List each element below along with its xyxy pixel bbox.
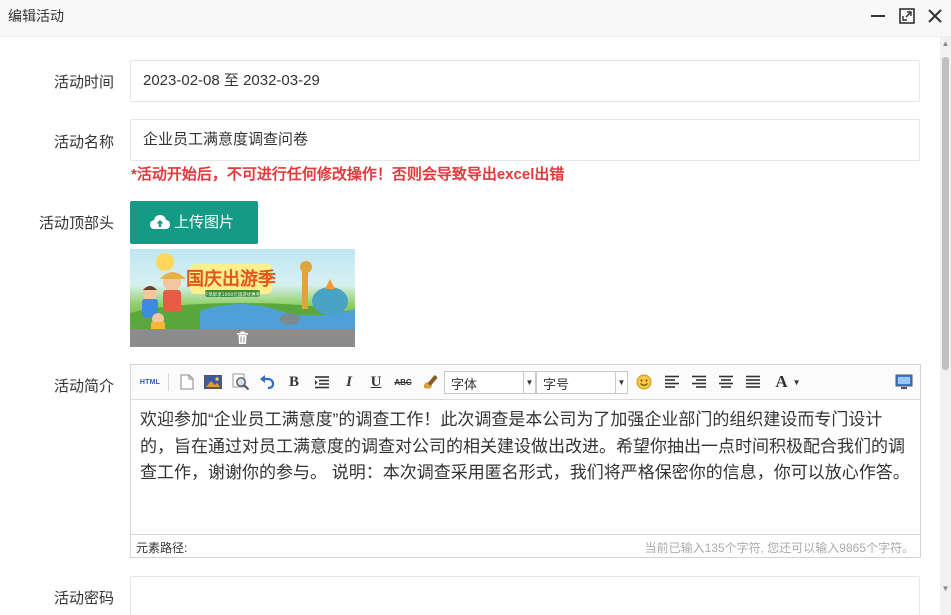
chevron-down-icon: ▼ <box>523 372 535 393</box>
time-input[interactable]: 2023-02-08 至 2032-03-29 <box>130 60 920 102</box>
header-label: 活动顶部头 <box>38 215 114 232</box>
align-center-button[interactable] <box>715 371 737 393</box>
font-size-select[interactable]: 字号 ▼ <box>536 371 628 394</box>
password-input[interactable] <box>130 576 920 615</box>
align-right-button[interactable] <box>688 371 710 393</box>
align-justify-button[interactable] <box>742 371 764 393</box>
banner-title: 国庆出游季 <box>186 268 276 290</box>
new-document-button[interactable] <box>176 371 198 393</box>
intro-label: 活动简介 <box>53 378 114 395</box>
font-color-button[interactable]: A ▼ <box>771 371 805 393</box>
header-banner-image: 国庆出游季 下单即享1000元旅游优惠券 <box>130 249 355 329</box>
toolbar-separator <box>168 373 169 391</box>
scrollbar-thumb[interactable] <box>942 57 949 370</box>
editor-toolbar: HTML B I U ABC 字体 ▼ 字号 ▼ A ▼ <box>131 365 920 400</box>
chevron-down-icon: ▼ <box>615 372 627 393</box>
brush-icon <box>423 375 438 389</box>
dialog-content: 活动时间 2023-02-08 至 2032-03-29 活动名称 企业员工满意… <box>0 37 940 615</box>
monitor-icon <box>895 374 913 389</box>
upload-image-button[interactable]: 上传图片 <box>130 201 258 244</box>
warning-text: *活动开始后，不可进行任何修改操作！否则会导致导出excel出错 <box>131 166 565 183</box>
editor-status-bar: 元素路径: 当前已输入135个字符, 您还可以输入9865个字符。 <box>131 534 920 557</box>
time-label: 活动时间 <box>53 74 114 91</box>
editor-content-area[interactable]: 欢迎参加“企业员工满意度”的调查工作！此次调查是本公司为了加强企业部门的组织建设… <box>131 401 920 534</box>
upload-image-label: 上传图片 <box>174 214 235 231</box>
font-size-value: 字号 <box>543 377 570 392</box>
vertical-scrollbar[interactable]: ▲ ▼ <box>940 37 951 615</box>
char-count-label: 当前已输入135个字符, 您还可以输入9865个字符。 <box>644 541 914 555</box>
line-height-icon <box>315 376 329 389</box>
emoticon-button[interactable] <box>633 371 655 393</box>
html-icon: HTML <box>139 378 161 386</box>
image-icon <box>204 375 222 389</box>
italic-button[interactable]: I <box>339 371 359 393</box>
name-input[interactable]: 企业员工满意度调查问卷 <box>130 119 920 161</box>
font-family-value: 字体 <box>451 377 478 392</box>
chevron-down-icon: ▼ <box>792 377 801 387</box>
line-height-button[interactable] <box>311 371 333 393</box>
element-path-label: 元素路径: <box>136 541 188 555</box>
html-source-button[interactable]: HTML <box>137 371 163 393</box>
minimize-icon <box>871 15 885 17</box>
minimize-button[interactable] <box>868 6 888 26</box>
close-icon <box>928 9 942 23</box>
cloud-upload-icon <box>150 215 170 229</box>
align-right-icon <box>692 375 706 388</box>
scroll-down-icon[interactable]: ▼ <box>941 584 950 594</box>
align-justify-icon <box>746 375 760 388</box>
fullscreen-button[interactable] <box>893 371 915 393</box>
insert-image-button[interactable] <box>202 371 224 393</box>
search-replace-button[interactable] <box>230 371 252 393</box>
undo-icon <box>260 375 275 389</box>
align-left-icon <box>665 375 679 388</box>
banner-subtitle: 下单即享1000元旅游优惠券 <box>204 291 261 298</box>
scroll-up-icon[interactable]: ▲ <box>941 39 950 49</box>
name-label: 活动名称 <box>53 134 114 151</box>
smiley-icon <box>636 374 652 390</box>
strikethrough-button[interactable]: ABC <box>392 371 414 393</box>
undo-button[interactable] <box>256 371 278 393</box>
new-document-icon <box>180 374 194 390</box>
close-button[interactable] <box>925 6 945 26</box>
dialog-title-bar: 编辑活动 <box>0 0 951 37</box>
align-center-icon <box>719 375 733 388</box>
maximize-button[interactable] <box>897 6 917 26</box>
bold-button[interactable]: B <box>284 371 304 393</box>
font-color-icon: A <box>775 372 788 391</box>
maximize-icon <box>899 8 915 24</box>
delete-image-button[interactable] <box>130 329 355 347</box>
trash-icon <box>237 331 248 344</box>
align-left-button[interactable] <box>661 371 683 393</box>
font-family-select[interactable]: 字体 ▼ <box>444 371 536 394</box>
rich-text-editor: HTML B I U ABC 字体 ▼ 字号 ▼ A ▼ 欢迎参加“企业员工满意… <box>130 364 921 558</box>
password-label: 活动密码 <box>53 590 114 607</box>
format-brush-button[interactable] <box>420 371 442 393</box>
underline-button[interactable]: U <box>366 371 386 393</box>
search-icon <box>232 373 250 391</box>
dialog-title: 编辑活动 <box>8 8 64 24</box>
